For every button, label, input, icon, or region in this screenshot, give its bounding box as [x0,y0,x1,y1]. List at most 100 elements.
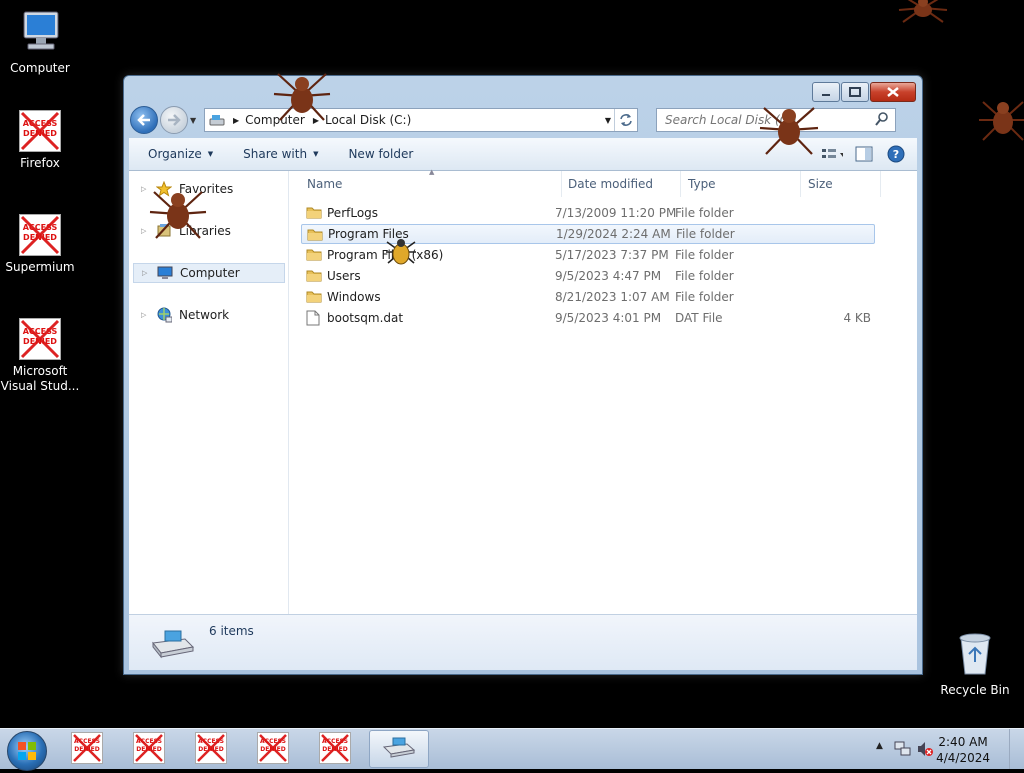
desktop-icon-label: Supermium [5,260,75,274]
breadcrumb-separator[interactable]: ▶ [233,116,239,125]
taskbar-explorer-button[interactable] [369,730,429,768]
explorer-window[interactable]: ▼ ▶ Computer ▶ Local Disk (C:) ▼ Organiz… [123,75,923,675]
folder-icon [306,289,322,306]
new-folder-label: New folder [348,147,414,161]
forward-arrow-icon [168,114,181,126]
organize-button[interactable]: Organize ▼ [148,147,213,161]
spider-icon [898,0,948,23]
nav-item-computer[interactable]: ▷ Computer [133,263,285,283]
access-denied-icon: ACCESS DENIED [19,110,61,152]
file-date: 5/17/2023 7:37 PM [555,248,669,262]
taskbar-app[interactable]: ACCESS DENIED [319,732,351,764]
file-row[interactable]: Users 9/5/2023 4:47 PM File folder [301,266,875,286]
clock-date: 4/4/2024 [936,751,990,765]
breadcrumb-local-disk[interactable]: Local Disk (C:) [325,113,411,127]
file-type: File folder [675,290,734,304]
file-date: 9/5/2023 4:47 PM [555,269,662,283]
desktop-icon-supermium[interactable]: ACCESS DENIED Supermium [0,214,80,275]
close-icon [887,87,899,97]
desktop-icon-label: Firefox [20,156,60,170]
show-desktop-button[interactable] [1009,729,1024,769]
taskbar-app[interactable]: ACCESS DENIED [257,732,289,764]
file-type: File folder [675,206,734,220]
view-options-icon [822,149,843,158]
desktop-icon-recycle-bin[interactable]: Recycle Bin [935,630,1015,698]
file-size: 4 KB [843,311,871,325]
close-button[interactable] [870,82,916,102]
file-type: File folder [676,227,735,241]
network-status-icon[interactable] [894,740,912,758]
clock-time: 2:40 AM [938,735,988,749]
help-icon: ? [887,145,905,163]
nav-item-label: Network [179,308,230,322]
share-with-label: Share with [243,147,308,161]
volume-muted-icon[interactable] [916,740,934,758]
file-name: Windows [327,290,381,304]
file-row[interactable]: PerfLogs 7/13/2009 11:20 PM File folder [301,203,875,223]
desktop-icon-visual-studio[interactable]: ACCESS DENIED Microsoft Visual Stud... [0,318,80,394]
column-header-type[interactable]: Type [682,171,801,197]
preview-pane-button[interactable] [853,143,875,165]
search-icon[interactable] [875,112,889,126]
refresh-button[interactable] [614,109,637,131]
address-dropdown[interactable]: ▼ [605,116,611,125]
recycle-bin-icon [959,633,991,675]
show-hidden-icons-button[interactable]: ▲ [876,741,883,751]
taskbar: ACCESS DENIED ACCESS DENIED ACCESS DENIE… [0,728,1024,771]
recent-pages-dropdown[interactable]: ▼ [190,116,200,125]
access-denied-icon: ACCESS DENIED [19,214,61,256]
folder-icon [306,268,322,285]
windows-logo-icon [18,742,36,760]
expand-icon[interactable]: ▷ [141,311,151,319]
file-date: 1/29/2024 2:24 AM [556,227,671,241]
drive-icon [152,630,195,659]
file-name: bootsqm.dat [327,311,404,325]
file-date: 7/13/2009 11:20 PM [555,206,677,220]
help-button[interactable]: ? [885,143,907,165]
access-denied-icon: ACCESS DENIED [195,732,227,764]
change-view-button[interactable] [821,143,843,165]
desktop-icon-label: Computer [10,61,70,75]
desktop-icon-label: Microsoft Visual Stud... [0,364,80,393]
file-date: 8/21/2023 1:07 AM [555,290,670,304]
desktop-icon-computer[interactable]: Computer [0,10,80,76]
back-button[interactable] [130,106,158,134]
spider-icon [149,191,207,239]
sort-ascending-icon: ▲ [429,168,435,176]
taskbar-app[interactable]: ACCESS DENIED [133,732,165,764]
maximize-button[interactable] [841,82,869,102]
file-type: DAT File [675,311,723,325]
file-row[interactable]: bootsqm.dat 9/5/2023 4:01 PM DAT File 4 KB [301,308,875,328]
start-button[interactable] [7,731,47,771]
new-folder-button[interactable]: New folder [348,147,413,161]
column-header-size[interactable]: Size [802,171,881,197]
svg-text:?: ? [893,148,899,161]
file-name: PerfLogs [327,206,379,220]
spider-icon [759,107,819,155]
nav-item-network[interactable]: ▷ Network [141,305,229,325]
share-with-button[interactable]: Share with ▼ [243,147,318,161]
minimize-button[interactable] [812,82,840,102]
desktop-icon-firefox[interactable]: ACCESS DENIED Firefox [0,110,80,171]
file-date: 9/5/2023 4:01 PM [555,311,662,325]
details-pane: 6 items [129,614,917,670]
content-area: ▷ Favorites ▷ Libraries ▷ Computer ▷ Net… [129,168,917,614]
caption-buttons [811,82,916,102]
column-header-date[interactable]: Date modified [562,171,681,197]
taskbar-app[interactable]: ACCESS DENIED [195,732,227,764]
drive-icon [382,737,416,758]
computer-icon [156,265,174,281]
bug-icon [386,239,416,265]
chevron-down-icon: ▼ [207,150,214,158]
taskbar-app[interactable]: ACCESS DENIED [71,732,103,764]
drive-icon [209,115,225,126]
spider-icon [273,73,331,121]
column-header-name[interactable]: Name ▲ [301,168,562,197]
file-row[interactable]: Windows 8/21/2023 1:07 AM File folder [301,287,875,307]
system-clock[interactable]: 2:40 AM 4/4/2024 [936,734,990,766]
address-bar[interactable]: ▶ Computer ▶ Local Disk (C:) ▼ [204,108,638,132]
access-denied-icon: ACCESS DENIED [257,732,289,764]
forward-button[interactable] [160,106,188,134]
expand-icon[interactable]: ▷ [142,269,152,277]
computer-icon [23,11,59,50]
